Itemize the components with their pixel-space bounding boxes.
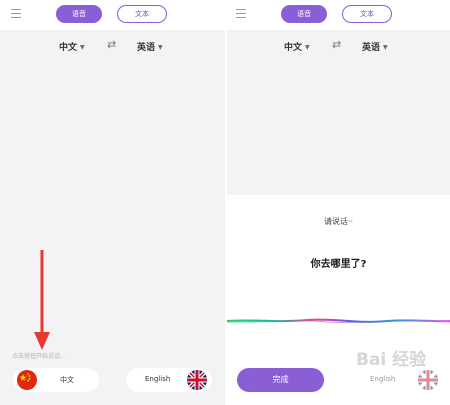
china-flag-icon [17, 370, 37, 390]
tab-text[interactable]: 文本 [117, 5, 167, 23]
target-pill-label: English [145, 375, 171, 383]
target-speak-button[interactable]: English [126, 368, 212, 392]
source-pill-label: 中文 [60, 376, 74, 384]
watermark-logo: Bai 经验 [356, 350, 427, 370]
chevron-down-icon: ▼ [80, 44, 85, 51]
swap-languages-icon[interactable]: ⇄ [107, 38, 116, 51]
listening-prompt: 请说话·· [323, 217, 354, 226]
start-speaking-hint: 点击按钮开始说话... [12, 353, 66, 360]
language-selector-row: 中文 ▼ ⇄ 英语 ▼ [0, 30, 225, 62]
left-screen: 语音 文本 中文 ▼ ⇄ 英语 ▼ 点击按钮开始说话... 中文 English [0, 0, 225, 405]
chevron-down-icon: ▼ [305, 44, 310, 51]
target-pill-label: English [370, 375, 396, 383]
tab-voice[interactable]: 语音 [56, 5, 102, 23]
target-language-select[interactable]: 英语 ▼ [362, 40, 388, 53]
source-language-label: 中文 [59, 43, 78, 53]
target-language-select[interactable]: 英语 ▼ [137, 40, 163, 53]
uk-flag-icon [418, 370, 438, 390]
tab-voice[interactable]: 语音 [281, 5, 327, 23]
language-selector-row: 中文 ▼ ⇄ 英语 ▼ [227, 30, 450, 62]
source-language-select[interactable]: 中文 ▼ [59, 40, 85, 53]
top-bar: 语音 文本 [227, 0, 450, 30]
source-language-label: 中文 [284, 43, 303, 53]
swap-languages-icon[interactable]: ⇄ [332, 38, 341, 51]
done-button[interactable]: 完成 [237, 368, 324, 392]
source-speak-button[interactable]: 中文 [13, 368, 99, 392]
source-language-select[interactable]: 中文 ▼ [284, 40, 310, 53]
chevron-down-icon: ▼ [158, 44, 163, 51]
recognized-speech-text: 你去哪里了? [310, 259, 367, 270]
target-speak-button[interactable]: English [346, 368, 446, 392]
menu-icon[interactable] [11, 9, 21, 19]
uk-flag-icon [187, 370, 207, 390]
target-language-label: 英语 [137, 43, 156, 53]
target-language-label: 英语 [362, 43, 381, 53]
voice-waveform [227, 318, 450, 323]
top-bar: 语音 文本 [0, 0, 225, 30]
red-arrow-annotation-icon [34, 250, 50, 350]
chevron-down-icon: ▼ [383, 44, 388, 51]
tab-text[interactable]: 文本 [342, 5, 392, 23]
menu-icon[interactable] [236, 9, 246, 19]
